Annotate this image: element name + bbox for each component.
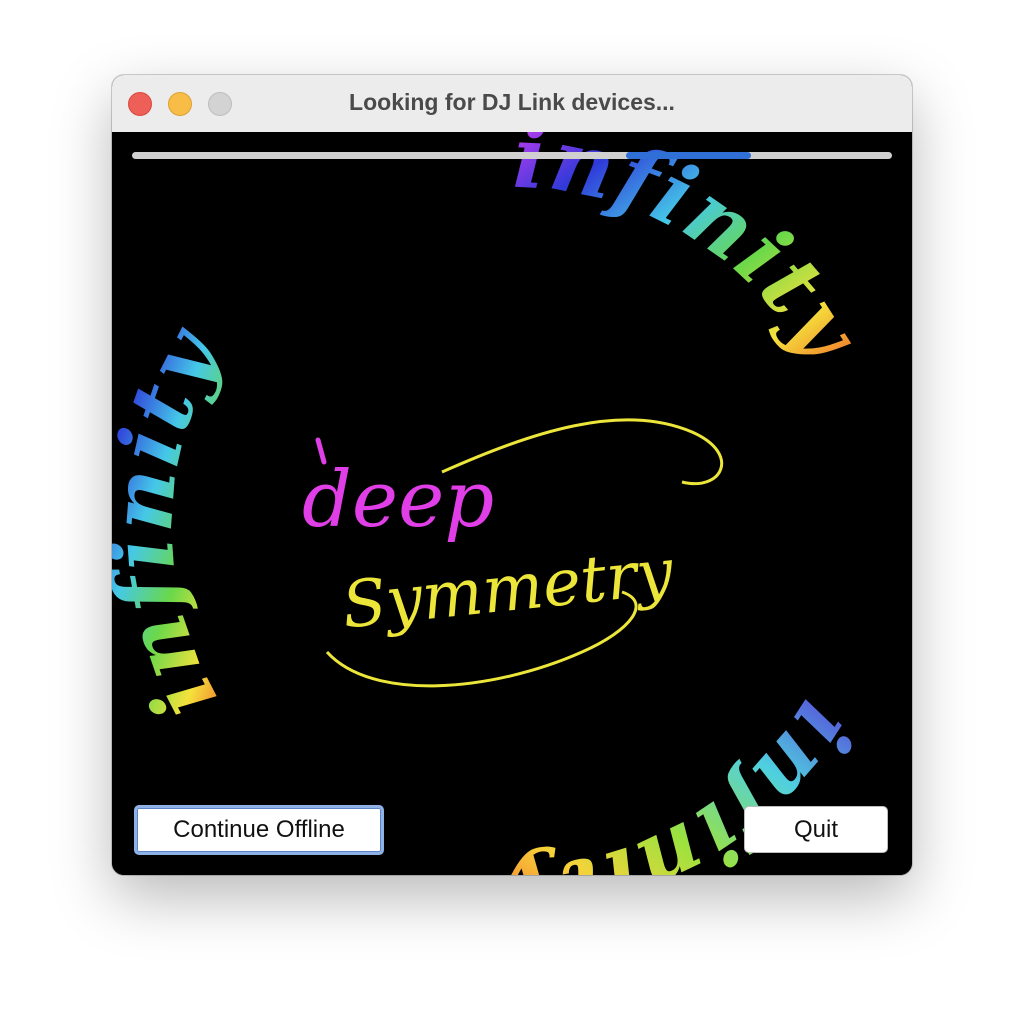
progress-bar-fill — [626, 152, 752, 159]
ring-text-3: infinity — [112, 310, 239, 735]
logo-text-symmetry: Symmetry — [339, 535, 677, 643]
title-bar: Looking for DJ Link devices... — [112, 75, 912, 133]
dialog-window: Looking for DJ Link devices... infinity … — [112, 75, 912, 875]
splash-content: infinity infinity infinity deep Symmetry… — [112, 132, 912, 875]
window-title: Looking for DJ Link devices... — [349, 89, 675, 115]
ring-text-1: infinity — [511, 132, 879, 379]
infinity-ring: infinity infinity infinity — [112, 132, 881, 875]
logo-text-deep: deep — [302, 455, 494, 545]
continue-offline-button[interactable]: Continue Offline — [134, 805, 384, 855]
svg-text:infinity: infinity — [112, 310, 241, 735]
quit-button[interactable]: Quit — [744, 806, 888, 853]
svg-text:infinity: infinity — [511, 132, 881, 379]
progress-bar — [132, 152, 892, 159]
deep-symmetry-logo: infinity infinity infinity deep Symmetry — [112, 132, 881, 875]
